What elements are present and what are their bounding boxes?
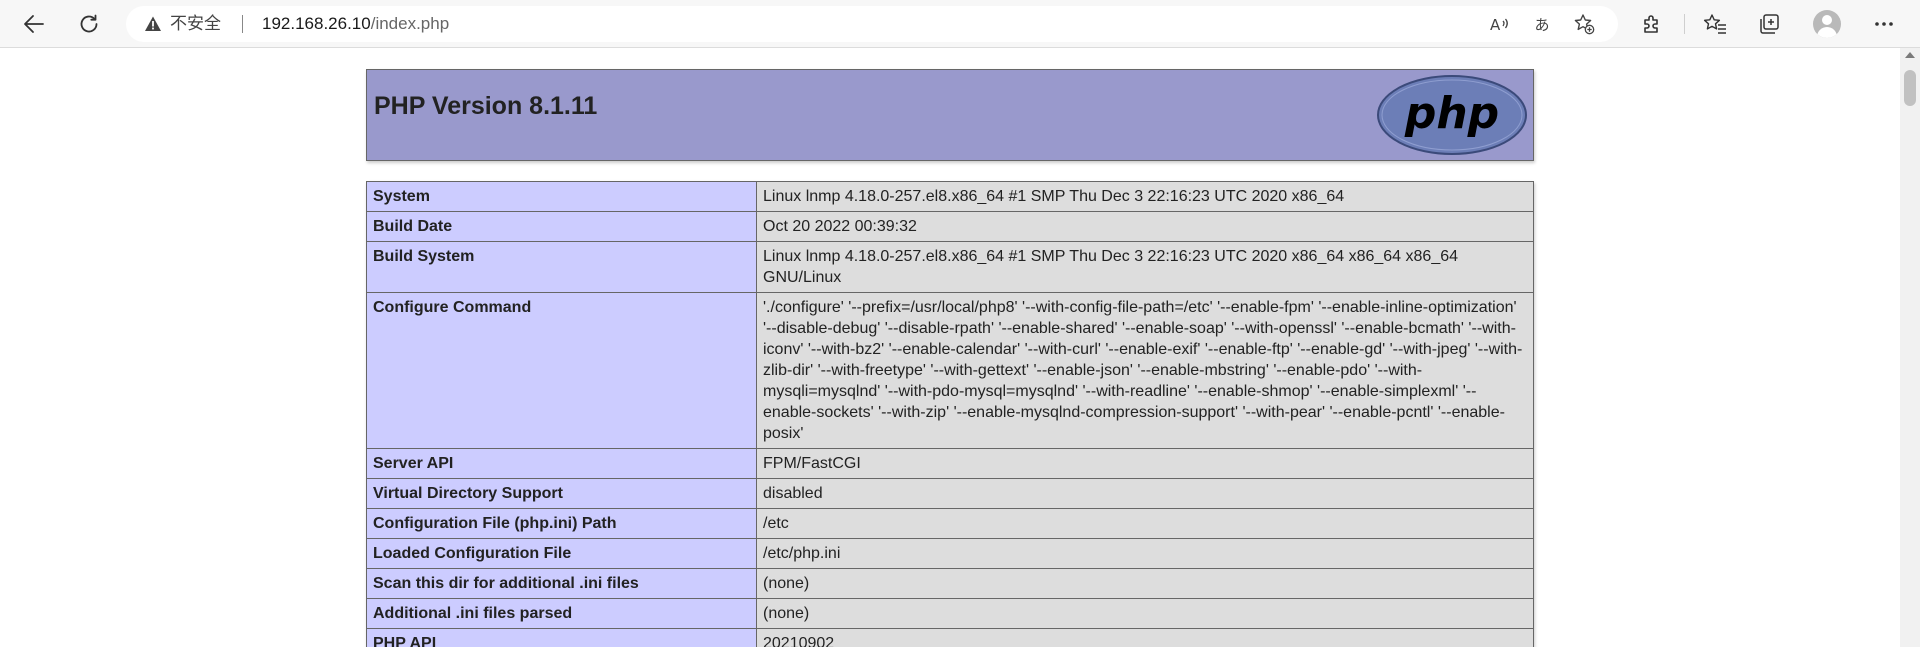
row-value: Linux lnmp 4.18.0-257.el8.x86_64 #1 SMP … (756, 241, 1534, 293)
row-label: Build Date (366, 211, 757, 242)
row-label: Virtual Directory Support (366, 478, 757, 509)
row-label: Additional .ini files parsed (366, 598, 757, 629)
row-label: Server API (366, 448, 757, 479)
page-viewport: PHP Version 8.1.11 php System Linux lnmp … (0, 48, 1900, 647)
translate-icon[interactable]: あ (1530, 12, 1554, 36)
row-value: /etc (756, 508, 1534, 539)
row-label: Build System (366, 241, 757, 293)
table-row: Server API FPM/FastCGI (366, 448, 1534, 479)
row-label: Configuration File (php.ini) Path (366, 508, 757, 539)
table-row: Build Date Oct 20 2022 00:39:32 (366, 211, 1534, 242)
url-host: 192.168.26.10 (262, 14, 371, 33)
table-row: Build System Linux lnmp 4.18.0-257.el8.x8… (366, 241, 1534, 293)
avatar-body (1817, 27, 1837, 38)
table-row: Configure Command './configure' '--prefix… (366, 292, 1534, 449)
phpinfo-table: System Linux lnmp 4.18.0-257.el8.x86_64 #… (366, 181, 1534, 647)
add-favorite-icon[interactable] (1572, 12, 1596, 36)
row-value: Linux lnmp 4.18.0-257.el8.x86_64 #1 SMP … (756, 181, 1534, 212)
favorites-icon[interactable] (1697, 6, 1733, 42)
address-separator (242, 15, 243, 33)
refresh-icon[interactable] (71, 6, 107, 42)
table-row: Virtual Directory Support disabled (366, 478, 1534, 509)
row-label: Loaded Configuration File (366, 538, 757, 569)
table-row: Additional .ini files parsed (none) (366, 598, 1534, 629)
collections-icon[interactable] (1751, 6, 1787, 42)
row-value: Oct 20 2022 00:39:32 (756, 211, 1534, 242)
table-row: Loaded Configuration File/etc/php.ini (366, 538, 1534, 569)
table-row: System Linux lnmp 4.18.0-257.el8.x86_64 #… (366, 181, 1534, 212)
avatar-head (1822, 15, 1832, 25)
row-label: PHP API (366, 628, 757, 647)
row-value: 20210902 (756, 628, 1534, 647)
extensions-icon[interactable] (1634, 6, 1670, 42)
svg-text:A: A (1490, 16, 1501, 34)
warning-icon[interactable] (144, 15, 162, 33)
row-value: disabled (756, 478, 1534, 509)
phpinfo-container: PHP Version 8.1.11 php System Linux lnmp … (366, 69, 1534, 647)
table-row: Scan this dir for additional .ini files(… (366, 568, 1534, 599)
back-arrow-icon[interactable] (16, 6, 52, 42)
row-value: FPM/FastCGI (756, 448, 1534, 479)
url-path: /index.php (370, 14, 450, 33)
row-value: (none) (756, 598, 1534, 629)
address-bar[interactable]: 不安全 192.168.26.10/index.php A あ (126, 6, 1618, 42)
row-label: Scan this dir for additional .ini files (366, 568, 757, 599)
row-label: Configure Command (366, 292, 757, 449)
toolbar-separator (1684, 14, 1685, 34)
vertical-scrollbar[interactable] (1900, 48, 1920, 647)
url-text[interactable]: 192.168.26.10/index.php (262, 6, 449, 42)
row-value: (none) (756, 568, 1534, 599)
profile-avatar-icon[interactable] (1813, 10, 1841, 38)
php-logo-text: php (1404, 88, 1499, 139)
row-value: './configure' '--prefix=/usr/local/php8'… (756, 292, 1534, 449)
table-row: Configuration File (php.ini) Path/etc (366, 508, 1534, 539)
scroll-up-arrow-icon[interactable] (1905, 52, 1915, 58)
read-aloud-icon[interactable]: A (1488, 12, 1512, 36)
row-label: System (366, 181, 757, 212)
row-value: /etc/php.ini (756, 538, 1534, 569)
browser-toolbar: 不安全 192.168.26.10/index.php A あ (0, 0, 1920, 48)
php-logo-icon[interactable]: php (1376, 74, 1528, 156)
page-title: PHP Version 8.1.11 (374, 92, 598, 120)
table-row: PHP API 20210902 (366, 628, 1534, 647)
more-menu-icon[interactable] (1866, 6, 1902, 42)
security-status-label[interactable]: 不安全 (170, 6, 221, 42)
scrollbar-thumb[interactable] (1904, 70, 1916, 106)
translate-glyph: あ (1534, 15, 1550, 34)
php-version-header: PHP Version 8.1.11 php (366, 69, 1534, 161)
